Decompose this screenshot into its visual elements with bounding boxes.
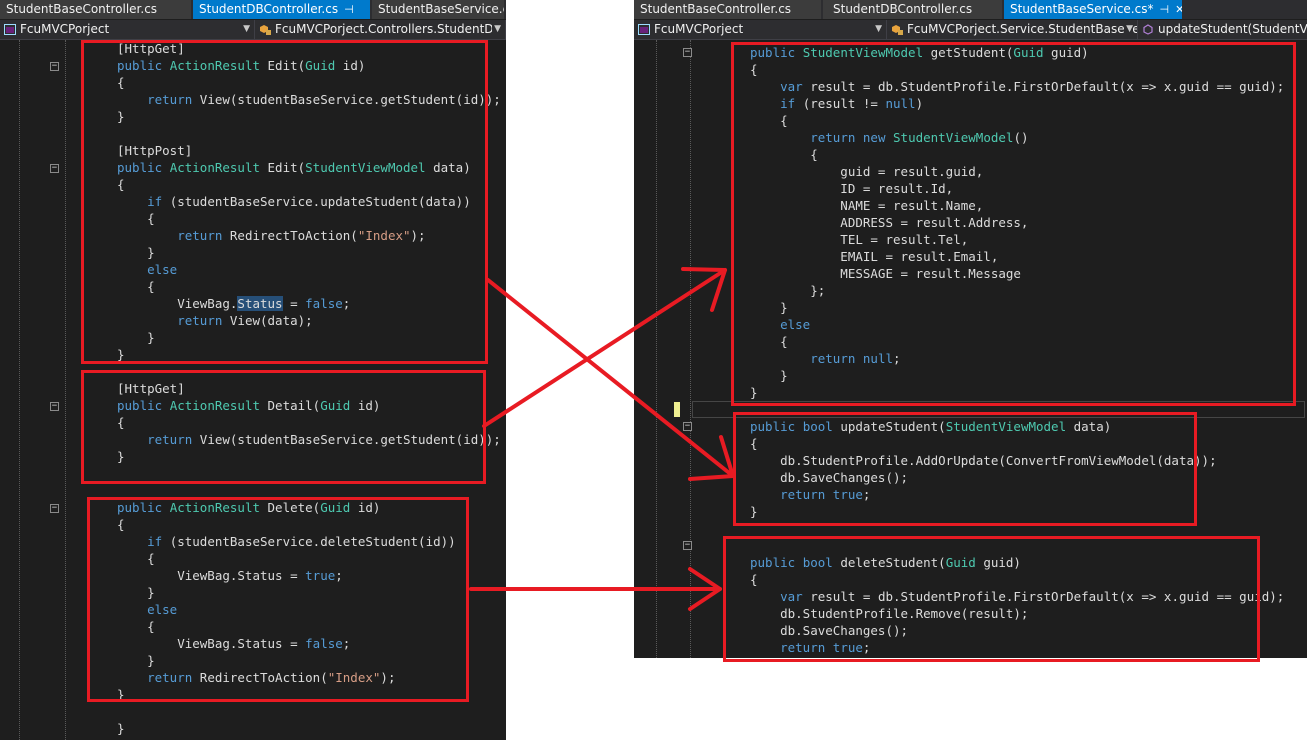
edit-methods-highlight-box bbox=[81, 40, 488, 364]
scope-name: FcuMVCPorject.Controllers.StudentDB bbox=[275, 22, 502, 36]
pin-icon[interactable]: ⊣ bbox=[1159, 0, 1169, 19]
deletestudent-highlight-box bbox=[723, 536, 1260, 662]
left-scope-dropdown[interactable]: FcuMVCPorject.Controllers.StudentDB ▼ bbox=[255, 20, 506, 39]
class-icon bbox=[892, 25, 903, 35]
tab-label: StudentBaseService.cs bbox=[378, 2, 504, 16]
left-tab-studentbasecontroller[interactable]: StudentBaseController.cs bbox=[0, 0, 191, 19]
class-icon bbox=[260, 25, 271, 35]
right-tab-studentbaseservice[interactable]: StudentBaseService.cs* ⊣ ✕ bbox=[1004, 0, 1182, 19]
code-token: } bbox=[117, 721, 125, 736]
right-navigation-bar: FcuMVCPorject ▼ FcuMVCPorject.Service.St… bbox=[634, 20, 1307, 40]
close-icon[interactable]: ✕ bbox=[1175, 0, 1182, 19]
csharp-project-icon bbox=[638, 24, 650, 35]
left-navigation-bar: FcuMVCPorject ▼ FcuMVCPorject.Controller… bbox=[0, 20, 506, 40]
member-name: updateStudent(StudentVie bbox=[1158, 22, 1307, 36]
method-icon bbox=[1143, 24, 1153, 35]
code-line[interactable]: } bbox=[117, 720, 125, 737]
right-tab-studentbasecontroller[interactable]: StudentBaseController.cs bbox=[634, 0, 821, 19]
chevron-down-icon: ▼ bbox=[492, 20, 501, 39]
updatestudent-highlight-box bbox=[733, 412, 1197, 526]
getstudent-highlight-box bbox=[731, 42, 1296, 406]
right-tab-studentdbcontroller[interactable]: StudentDBController.cs bbox=[823, 0, 1002, 19]
left-tab-studentbaseservice[interactable]: StudentBaseService.cs bbox=[372, 0, 504, 19]
project-name: FcuMVCPorject bbox=[20, 22, 110, 36]
left-project-dropdown[interactable]: FcuMVCPorject ▼ bbox=[0, 20, 255, 39]
delete-method-highlight-box bbox=[87, 497, 469, 702]
tab-label: StudentBaseController.cs bbox=[6, 2, 158, 16]
right-member-dropdown[interactable]: updateStudent(StudentVie bbox=[1138, 20, 1307, 39]
detail-method-highlight-box bbox=[81, 370, 486, 484]
tab-label: StudentBaseService.cs* bbox=[1010, 2, 1154, 16]
pin-icon[interactable]: ⊣ bbox=[344, 0, 354, 19]
csharp-project-icon bbox=[4, 24, 16, 35]
chevron-down-icon: ▼ bbox=[1124, 20, 1133, 39]
chevron-down-icon: ▼ bbox=[241, 20, 250, 39]
left-tab-studentdbcontroller[interactable]: StudentDBController.cs ⊣ bbox=[193, 0, 370, 19]
scope-name: FcuMVCPorject.Service.StudentBaseSe bbox=[907, 22, 1138, 36]
left-tab-bar: StudentBaseController.cs StudentDBContro… bbox=[0, 0, 506, 19]
project-name: FcuMVCPorject bbox=[654, 22, 744, 36]
chevron-down-icon: ▼ bbox=[873, 20, 882, 39]
right-project-dropdown[interactable]: FcuMVCPorject ▼ bbox=[634, 20, 887, 39]
tab-label: StudentDBController.cs bbox=[833, 2, 973, 16]
tab-label: StudentDBController.cs bbox=[199, 2, 339, 16]
right-tab-bar: StudentBaseController.cs StudentDBContro… bbox=[634, 0, 1307, 19]
tab-label: StudentBaseController.cs bbox=[640, 2, 792, 16]
right-scope-dropdown[interactable]: FcuMVCPorject.Service.StudentBaseSe ▼ bbox=[887, 20, 1138, 39]
